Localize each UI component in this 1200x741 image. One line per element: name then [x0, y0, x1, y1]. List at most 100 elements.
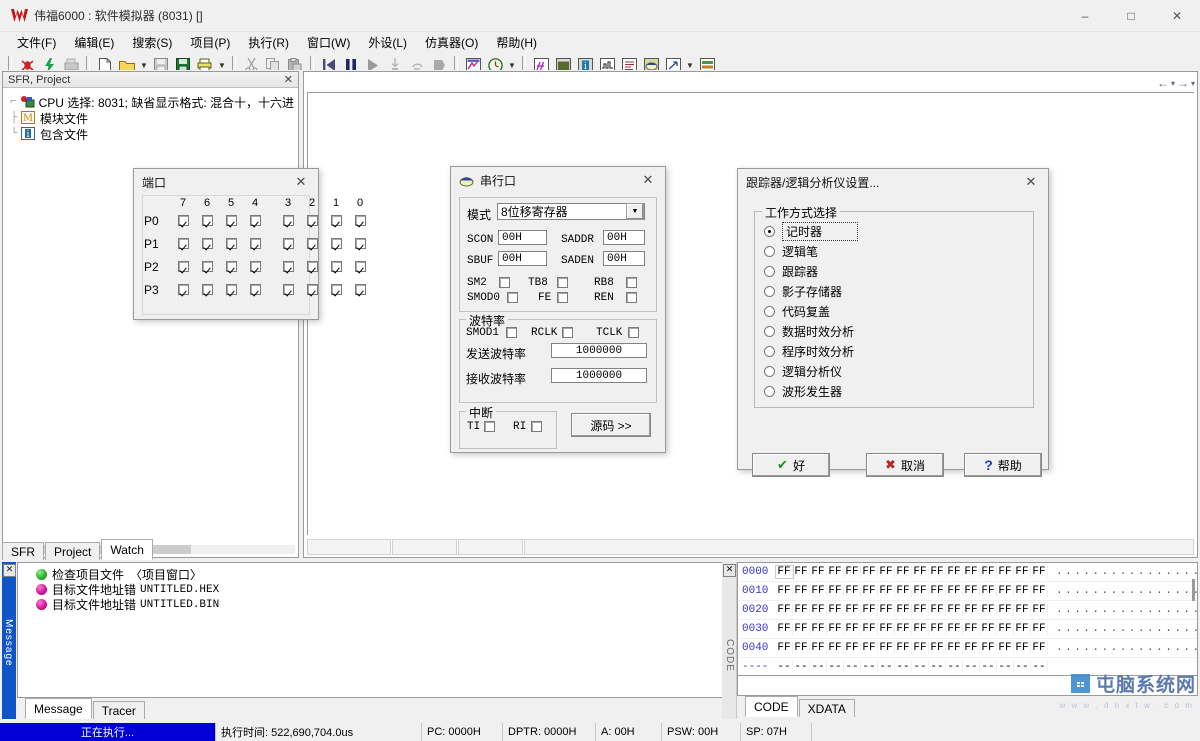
message-row[interactable]: 检查项目文件 〈项目窗口〉 [18, 567, 731, 582]
hex-byte[interactable]: -- [810, 661, 827, 673]
hex-view[interactable]: 0000 FF FF FF FF FF FF FF FF FF FF FF FF FF FF FF FF....… [737, 562, 1198, 676]
hex-byte[interactable]: FF [827, 585, 844, 597]
port-bit-checkbox[interactable] [226, 238, 237, 249]
hex-byte[interactable]: FF [810, 604, 827, 616]
hex-byte[interactable]: FF [895, 604, 912, 616]
port-bit-checkbox[interactable] [283, 238, 294, 249]
port-bit-checkbox[interactable] [355, 238, 366, 249]
port-bit-checkbox[interactable] [178, 261, 189, 272]
hex-byte[interactable]: FF [775, 565, 794, 579]
hex-byte[interactable]: FF [776, 642, 793, 654]
maximize-button[interactable]: □ [1108, 0, 1154, 31]
tracer-option[interactable]: 数据时效分析 [764, 321, 1024, 341]
hex-byte[interactable]: FF [912, 585, 929, 597]
hex-byte[interactable]: FF [861, 566, 878, 578]
port-bit-checkbox[interactable] [202, 261, 213, 272]
help-button[interactable]: ? 帮助 [964, 453, 1042, 477]
tab-project[interactable]: Project [45, 542, 101, 560]
minimize-button[interactable]: – [1062, 0, 1108, 31]
hex-row[interactable]: 0020 FF FF FF FF FF FF FF FF FF FF FF FF FF FF FF FF....… [738, 601, 1197, 620]
port-bit-checkbox[interactable] [283, 215, 294, 226]
rb8-checkbox[interactable] [626, 277, 637, 288]
port-bit-checkbox[interactable] [202, 284, 213, 295]
hex-byte[interactable]: FF [776, 604, 793, 616]
rclk-checkbox[interactable] [562, 327, 573, 338]
hex-byte[interactable]: FF [827, 642, 844, 654]
nav-back-icon[interactable]: ← [1157, 76, 1169, 90]
port-bit-checkbox[interactable] [226, 284, 237, 295]
hex-byte[interactable]: FF [929, 623, 946, 635]
hex-byte[interactable]: FF [793, 566, 810, 578]
hex-byte[interactable]: -- [912, 661, 929, 673]
tracer-option[interactable]: 跟踪器 [764, 261, 1024, 281]
hex-byte[interactable]: -- [997, 661, 1014, 673]
tracer-option[interactable]: 逻辑分析仪 [764, 361, 1024, 381]
hex-byte[interactable]: FF [861, 604, 878, 616]
port-bit-checkbox[interactable] [331, 238, 342, 249]
menu-peripheral[interactable]: 外设(L) [359, 32, 416, 53]
tracer-option-radio[interactable] [764, 265, 775, 277]
saddr-field[interactable]: 00H [603, 230, 645, 245]
menu-search[interactable]: 搜索(S) [123, 32, 181, 53]
message-close-icon[interactable]: ✕ [3, 564, 16, 577]
tab-code[interactable]: CODE [745, 696, 798, 717]
port-bit-checkbox[interactable] [178, 238, 189, 249]
port-bit-checkbox[interactable] [250, 238, 261, 249]
tracer-option-radio[interactable] [764, 325, 775, 337]
panel-close-icon[interactable]: ✕ [284, 73, 296, 86]
hex-byte[interactable]: -- [980, 661, 997, 673]
port-bit-checkbox[interactable] [331, 284, 342, 295]
hex-byte[interactable]: -- [1014, 661, 1031, 673]
hex-byte[interactable]: FF [929, 585, 946, 597]
hex-byte[interactable]: FF [946, 623, 963, 635]
port-bit-checkbox[interactable] [331, 261, 342, 272]
port-dialog[interactable]: 端口 ✕ 7 6 5 4 3 2 1 0 P0 P1 P2 P3 [133, 168, 366, 320]
tracer-option[interactable]: 程序时效分析 [764, 341, 1024, 361]
hex-byte[interactable]: FF [963, 642, 980, 654]
rx-baud-field[interactable]: 1000000 [551, 368, 647, 383]
hex-byte[interactable]: FF [997, 604, 1014, 616]
hex-byte[interactable]: FF [895, 585, 912, 597]
ok-button[interactable]: ✔ 好 [752, 453, 830, 477]
nav-forward-caret-icon[interactable]: ▾ [1191, 79, 1195, 88]
close-button[interactable]: ✕ [1154, 0, 1200, 31]
tb8-checkbox[interactable] [557, 277, 568, 288]
hex-byte[interactable]: FF [1014, 585, 1031, 597]
tracer-option-radio[interactable] [764, 305, 775, 317]
hex-byte[interactable]: FF [1031, 604, 1048, 616]
tx-baud-field[interactable]: 1000000 [551, 343, 647, 358]
hex-row[interactable]: 0010 FF FF FF FF FF FF FF FF FF FF FF FF FF FF FF FF....… [738, 582, 1197, 601]
hex-scrollbar-thumb[interactable] [1192, 579, 1195, 601]
tclk-checkbox[interactable] [628, 327, 639, 338]
source-button[interactable]: 源码 >> [571, 413, 651, 437]
port-bit-checkbox[interactable] [355, 261, 366, 272]
hex-byte[interactable]: FF [929, 566, 946, 578]
hex-byte[interactable]: FF [997, 566, 1014, 578]
hex-byte[interactable]: FF [844, 585, 861, 597]
hex-byte[interactable]: FF [793, 604, 810, 616]
hex-byte[interactable]: FF [878, 604, 895, 616]
hex-byte[interactable]: FF [861, 585, 878, 597]
hex-byte[interactable]: FF [980, 585, 997, 597]
hex-byte[interactable]: FF [878, 585, 895, 597]
hex-byte[interactable]: FF [1014, 566, 1031, 578]
scon-field[interactable]: 00H [498, 230, 547, 245]
port-bit-checkbox[interactable] [307, 261, 318, 272]
tab-tracer[interactable]: Tracer [92, 701, 145, 719]
hex-byte[interactable]: FF [844, 623, 861, 635]
port-bit-checkbox[interactable] [226, 261, 237, 272]
port-bit-checkbox[interactable] [250, 284, 261, 295]
nav-back-caret-icon[interactable]: ▾ [1171, 79, 1175, 88]
hex-byte[interactable]: FF [912, 642, 929, 654]
hex-byte[interactable]: -- [929, 661, 946, 673]
port-bit-checkbox[interactable] [250, 261, 261, 272]
hex-byte[interactable]: FF [980, 604, 997, 616]
hex-byte[interactable]: -- [827, 661, 844, 673]
ri-checkbox[interactable] [531, 421, 542, 432]
message-row[interactable]: 目标文件地址错 UNTITLED.HEX [18, 582, 731, 597]
tracer-option-radio[interactable] [764, 365, 775, 377]
hex-byte[interactable]: FF [895, 642, 912, 654]
hex-byte[interactable]: FF [1031, 642, 1048, 654]
hex-byte[interactable]: FF [946, 566, 963, 578]
hex-byte[interactable]: FF [946, 604, 963, 616]
